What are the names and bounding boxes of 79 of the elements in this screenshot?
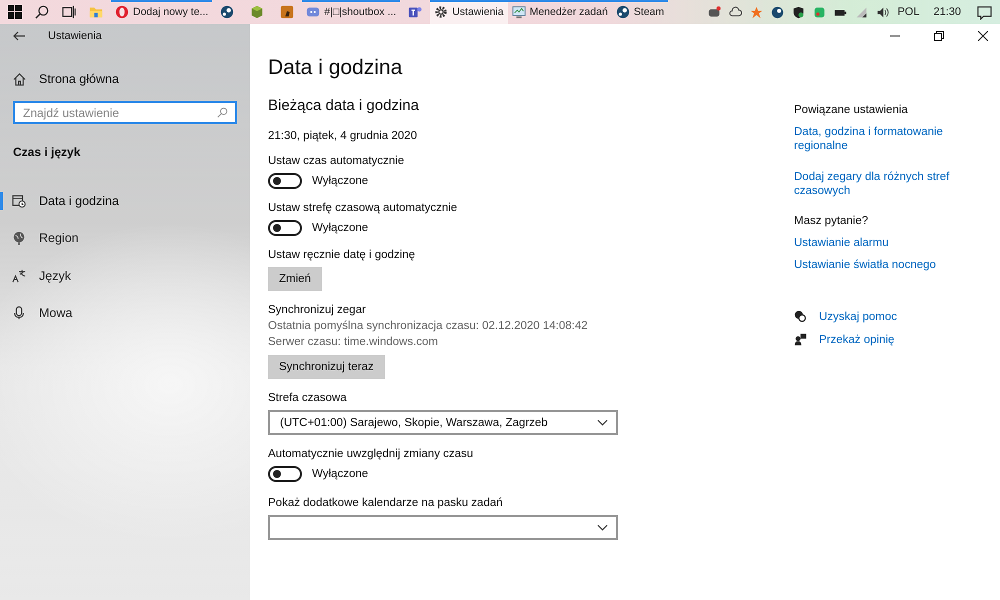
chat-icon [306,5,320,19]
calendar-icon [12,194,26,208]
action-button[interactable]: Synchronizuj teraz [268,355,385,379]
star-icon[interactable] [750,6,764,18]
folder-icon[interactable] [89,5,103,19]
dropdown[interactable] [268,515,618,540]
chevron-down-icon [597,419,608,426]
setting-label: Automatycznie uwzględnij zmiany czasu [268,448,474,460]
shield-icon[interactable] [792,6,806,18]
dropdown[interactable]: (UTC+01:00) Sarajewo, Skopie, Warszawa, Zagrzeb [268,410,618,435]
toggle-switch[interactable] [268,466,302,482]
opera-icon [115,5,129,19]
search-icon [217,107,228,118]
page-title: Data i godzina [268,56,404,80]
current-date-time: 21:30, piątek, 4 grudnia 2020 [268,130,418,142]
language-indicator[interactable]: POL [897,6,920,18]
setting-label: Strefa czasowa [268,392,348,404]
windows-icon[interactable] [8,5,22,19]
toggle-state-label: Wyłączone [312,175,368,187]
sidebar-item[interactable]: Region [0,220,250,257]
steam-icon[interactable] [771,6,784,18]
people-icon [794,333,807,346]
info-text: Serwer czasu: time.windows.com [268,336,439,348]
toggle-switch[interactable] [268,220,302,236]
microphone-icon [12,306,26,320]
chat-icon[interactable] [708,6,722,18]
action-button[interactable]: Zmień [268,267,322,291]
cube-icon [250,5,264,19]
search-field[interactable]: Znajdź ustawienie [13,101,237,124]
clock[interactable]: 21:30 [933,6,961,18]
setting-label: Ustaw strefę czasową automatycznie [268,202,458,214]
gear-icon [434,5,448,19]
section-heading: Czas i język [13,145,82,159]
link[interactable]: Dodaj zegary dla różnych stref czasowych [794,170,954,198]
monitor-icon [512,5,526,19]
chevron-down-icon [597,524,608,531]
search-icon[interactable] [35,5,49,19]
maximize-icon[interactable] [934,31,944,41]
help-link[interactable]: Uzyskaj pomoc [794,310,1000,323]
link[interactable]: Ustawianie światła nocnego [794,258,1000,272]
toggle-state-label: Wyłączone [312,222,368,234]
steam-icon [220,5,234,19]
help-link[interactable]: Przekaż opinię [794,333,1000,346]
home-link[interactable]: Strona główna [13,72,250,86]
setting-label: Pokaż dodatkowe kalendarze na pasku zadań [268,497,504,509]
close-icon[interactable] [978,31,988,41]
link[interactable]: Ustawianie alarmu [794,236,1000,250]
setting-label: Ustaw czas automatycznie [268,155,406,167]
back-arrow-icon[interactable] [13,31,25,41]
sidebar-item[interactable]: Język [0,257,250,294]
language-icon [12,268,26,283]
game-icon [280,5,294,19]
setting-label: Synchronizuj zegar [268,304,367,316]
wifi-icon[interactable] [855,6,868,18]
app-icon[interactable] [813,6,826,18]
sidebar-heading: Masz pytanie? [794,215,870,227]
steam-icon [616,5,630,19]
link[interactable]: Data, godzina i formatowanie regionalne [794,125,954,153]
home-icon [13,72,26,86]
setting-label: Ustaw ręcznie datę i godzinę [268,249,416,261]
section-title: Bieżąca data i godzina [268,97,420,114]
taskbar-button[interactable]: #|□|shoutbox ... [302,0,400,24]
toggle-switch[interactable] [268,173,302,189]
taskbar-button[interactable]: Steam [612,0,668,24]
info-text: Ostatnia pomyślna synchronizacja czasu: 02.12.2020 14:08:42 [268,320,589,332]
sidebar-item[interactable]: Mowa [0,294,250,332]
task-view-icon[interactable] [62,5,76,19]
globe-icon [12,231,26,246]
speaker-icon[interactable] [876,6,890,18]
team-icon [408,5,422,19]
sidebar-heading: Powiązane ustawienia [794,104,909,116]
taskbar-button[interactable]: Ustawienia [430,0,508,24]
taskbar-button[interactable]: Menedżer zadań [508,0,612,24]
toggle-state-label: Wyłączone [312,468,368,480]
cloud-icon[interactable] [729,6,742,18]
notification-icon[interactable] [977,4,992,20]
window-title: Ustawienia [48,30,102,42]
sidebar-item[interactable]: Data i godzina [0,182,250,220]
taskbar-button[interactable]: Dodaj nowy te... [111,0,212,24]
